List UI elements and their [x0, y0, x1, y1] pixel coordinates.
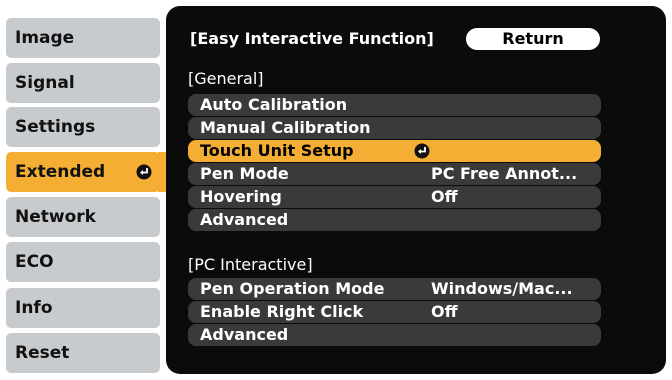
section-header-pc-interactive: [PC Interactive]: [188, 255, 313, 274]
row-label: Manual Calibration: [200, 118, 371, 137]
row-label: Advanced: [200, 210, 289, 229]
panel-title: [Easy Interactive Function]: [190, 29, 434, 48]
sidebar-item-signal[interactable]: Signal: [6, 63, 160, 103]
sidebar-item-label: ECO: [15, 252, 54, 272]
sidebar-item-label: Image: [15, 28, 75, 48]
row-value: Windows/Mac...: [431, 279, 573, 298]
row-value: PC Free Annot...: [431, 164, 578, 183]
row-label: Advanced: [200, 325, 289, 344]
sidebar-item-label: Reset: [15, 343, 70, 363]
enter-icon: [414, 143, 430, 159]
row-label: Pen Operation Mode: [200, 279, 385, 298]
menu-row-auto-calibration[interactable]: Auto Calibration: [188, 94, 601, 116]
row-label: Auto Calibration: [200, 95, 348, 114]
row-value: Off: [431, 187, 458, 206]
section-header-general: [General]: [188, 69, 264, 88]
menu-row-enable-right-click[interactable]: Enable Right Click Off: [188, 301, 601, 323]
menu-row-pen-mode[interactable]: Pen Mode PC Free Annot...: [188, 163, 601, 185]
settings-panel: [Easy Interactive Function] Return [Gene…: [166, 6, 666, 374]
row-value: Off: [431, 302, 458, 321]
row-label: Touch Unit Setup: [200, 141, 354, 160]
sidebar-item-reset[interactable]: Reset: [6, 333, 160, 373]
sidebar-item-network[interactable]: Network: [6, 197, 160, 237]
row-label: Pen Mode: [200, 164, 289, 183]
menu-row-manual-calibration[interactable]: Manual Calibration: [188, 117, 601, 139]
row-label: Enable Right Click: [200, 302, 364, 321]
menu-row-touch-unit-setup[interactable]: Touch Unit Setup: [188, 140, 601, 162]
sidebar-item-label: Info: [15, 298, 53, 318]
sidebar-item-info[interactable]: Info: [6, 288, 160, 328]
menu-row-hovering[interactable]: Hovering Off: [188, 186, 601, 208]
sidebar-menu: Image Signal Settings Extended Network E…: [0, 0, 176, 380]
sidebar-item-image[interactable]: Image: [6, 18, 160, 58]
row-label: Hovering: [200, 187, 282, 206]
menu-row-advanced-pc[interactable]: Advanced: [188, 324, 601, 346]
return-button[interactable]: Return: [466, 28, 600, 50]
sidebar-item-label: Extended: [15, 162, 106, 182]
sidebar-item-label: Signal: [15, 73, 75, 93]
menu-row-advanced-general[interactable]: Advanced: [188, 209, 601, 231]
sidebar-item-label: Settings: [15, 117, 96, 137]
sidebar-item-eco[interactable]: ECO: [6, 242, 160, 282]
sidebar-item-extended[interactable]: Extended: [6, 152, 160, 192]
sidebar-item-settings[interactable]: Settings: [6, 107, 160, 147]
menu-row-pen-operation-mode[interactable]: Pen Operation Mode Windows/Mac...: [188, 278, 601, 300]
sidebar-item-label: Network: [15, 207, 96, 227]
enter-icon: [136, 164, 152, 180]
